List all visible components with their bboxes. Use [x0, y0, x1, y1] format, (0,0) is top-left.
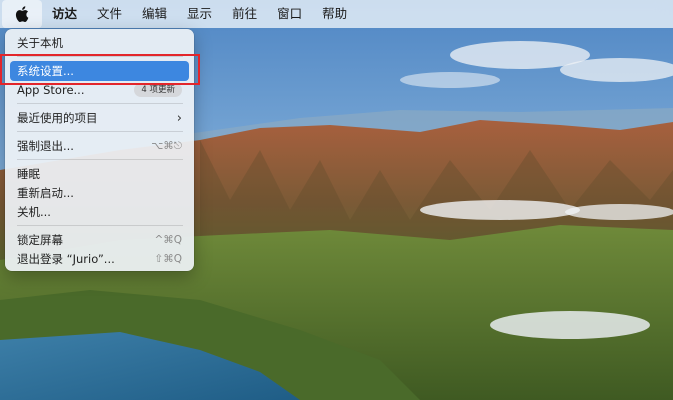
menu-help[interactable]: 帮助 — [312, 0, 357, 28]
menu-finder[interactable]: 访达 — [42, 0, 87, 28]
menu-item-label: App Store... — [17, 83, 85, 97]
keyboard-shortcut: ⇧⌘Q — [154, 253, 182, 265]
menu-item-label: 睡眠 — [17, 167, 40, 181]
menu-item-restart[interactable]: 重新启动... — [10, 183, 189, 203]
menu-item-label: 锁定屏幕 — [17, 233, 63, 247]
menu-item-log-out[interactable]: 退出登录 “Jurio”... ⇧⌘Q — [10, 249, 189, 269]
menu-item-lock-screen[interactable]: 锁定屏幕 ^⌘Q — [10, 230, 189, 250]
apple-logo-icon — [15, 6, 29, 22]
chevron-right-icon: › — [176, 110, 182, 126]
highlight-annotation-box — [0, 54, 200, 85]
menu-edit[interactable]: 编辑 — [132, 0, 177, 28]
menu-separator — [17, 159, 183, 160]
menu-item-label: 强制退出... — [17, 139, 74, 153]
menu-item-about-this-mac[interactable]: 关于本机 — [10, 33, 189, 53]
menu-item-label: 最近使用的项目 — [17, 111, 98, 125]
apple-menu-button[interactable] — [2, 0, 42, 28]
menu-separator — [17, 225, 183, 226]
menu-go[interactable]: 前往 — [222, 0, 267, 28]
menu-file[interactable]: 文件 — [87, 0, 132, 28]
menu-item-label: 关于本机 — [17, 36, 63, 50]
menu-item-recent-items[interactable]: 最近使用的项目 › — [10, 108, 189, 128]
menu-separator — [17, 103, 183, 104]
menu-item-force-quit[interactable]: 强制退出... ⌥⌘⎋ — [10, 136, 189, 156]
menu-item-label: 关机... — [17, 205, 51, 219]
menu-item-label: 退出登录 “Jurio”... — [17, 252, 115, 266]
update-badge: 4 项更新 — [134, 83, 182, 97]
menu-item-shut-down[interactable]: 关机... — [10, 202, 189, 222]
menu-window[interactable]: 窗口 — [267, 0, 312, 28]
keyboard-shortcut: ^⌘Q — [154, 234, 182, 246]
keyboard-shortcut: ⌥⌘⎋ — [151, 139, 182, 152]
menu-item-label: 重新启动... — [17, 186, 74, 200]
menu-view[interactable]: 显示 — [177, 0, 222, 28]
menu-item-sleep[interactable]: 睡眠 — [10, 164, 189, 184]
menu-separator — [17, 131, 183, 132]
menu-bar: 访达 文件 编辑 显示 前往 窗口 帮助 — [0, 0, 673, 28]
